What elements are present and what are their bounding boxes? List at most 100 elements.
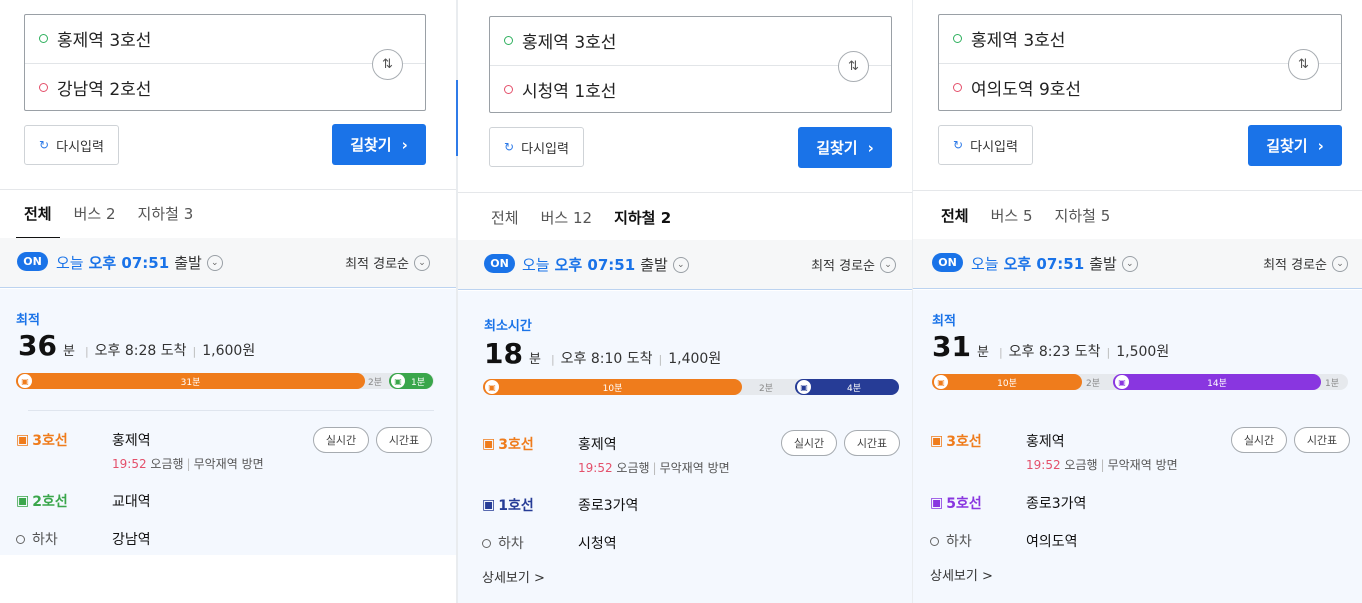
reset-button[interactable]: ↻ 다시입력: [24, 125, 119, 165]
line-label: ▣ 2호선: [16, 491, 68, 511]
line-label: ▣ 1호선: [482, 495, 534, 515]
departure-bar: ON 오늘 오후 07:51 출발 ⌄ 최적 경로순 ⌄: [0, 238, 456, 288]
separator: |: [192, 345, 197, 358]
tab-subway[interactable]: 지하철 5: [1055, 205, 1111, 237]
reset-label: 다시입력: [521, 141, 569, 157]
reset-button[interactable]: ↻ 다시입력: [489, 127, 584, 167]
train-toward: 무악재역 방면: [1107, 458, 1178, 472]
station-name: 홍제역: [112, 433, 151, 449]
sort-selector[interactable]: 최적 경로순 ⌄: [1263, 254, 1348, 273]
schedule-buttons: 실시간 시간표: [1231, 427, 1350, 453]
origin-text: 홍제역 3호선: [522, 33, 617, 53]
separator: |: [1106, 346, 1111, 359]
tab-subway[interactable]: 지하철 2: [606, 207, 680, 243]
timetable-button[interactable]: 시간표: [376, 427, 432, 453]
origin-dot-icon: [504, 36, 513, 45]
departure-time-selector[interactable]: 오늘 오후 07:51 출발 ⌄: [522, 254, 689, 275]
origin-field[interactable]: 홍제역 3호선: [504, 28, 616, 53]
find-label: 길찾기: [350, 136, 392, 154]
destination-field[interactable]: 강남역 2호선: [39, 75, 151, 100]
step-alight: 하차 강남역: [16, 529, 416, 549]
realtime-button[interactable]: 실시간: [781, 430, 837, 456]
arrival-time: 오후 8:23 도착: [1008, 344, 1101, 360]
destination-field[interactable]: 여의도역 9호선: [953, 75, 1081, 100]
reset-button[interactable]: ↻ 다시입력: [938, 125, 1033, 165]
sort-selector[interactable]: 최적 경로순 ⌄: [345, 253, 430, 272]
departure-time-selector[interactable]: 오늘 오후 07:51 출발 ⌄: [971, 253, 1138, 274]
origin-text: 홍제역 3호선: [57, 31, 152, 51]
step-alight: 하차 시청역: [482, 533, 882, 553]
time-segment-line3: ▣ 31분: [16, 373, 365, 389]
swap-button[interactable]: ⇅: [1288, 49, 1319, 80]
next-train-info: 19:52 오금행 | 무악재역 방면: [578, 461, 730, 475]
reset-label: 다시입력: [970, 139, 1018, 155]
swap-button[interactable]: ⇅: [372, 49, 403, 80]
refresh-icon: ↻: [39, 138, 50, 152]
route-panel-2: 홍제역 3호선 시청역 1호선 ⇅ ↻ 다시입력 길찾기 › 전체 버스 12 …: [458, 0, 912, 603]
realtime-button[interactable]: 실시간: [1231, 427, 1287, 453]
find-route-button[interactable]: 길찾기 ›: [332, 124, 426, 165]
tab-subway[interactable]: 지하철 3: [138, 203, 194, 235]
origin-field[interactable]: 홍제역 3호선: [39, 26, 151, 51]
tab-bus[interactable]: 버스 2: [74, 203, 116, 235]
result-tabs: 전체 버스 5 지하철 5: [933, 205, 1111, 241]
route-search-box: 홍제역 3호선 강남역 2호선 ⇅: [24, 14, 426, 111]
duration-unit: 분: [62, 344, 75, 359]
route-summary: 31 분 | 오후 8:23 도착 | 1,500원: [932, 330, 1169, 363]
time-bar: ▣ 10분 2분 ▣ 4분: [483, 379, 899, 395]
origin-field[interactable]: 홍제역 3호선: [953, 26, 1065, 51]
route-summary: 36 분 | 오후 8:28 도착 | 1,600원: [18, 329, 255, 362]
destination-text: 시청역 1호선: [522, 82, 617, 102]
step-transfer: ▣ 2호선 교대역: [16, 491, 416, 511]
duration-number: 36: [18, 329, 57, 362]
search-divider: [939, 63, 1341, 64]
separator: |: [84, 345, 89, 358]
swap-button[interactable]: ⇅: [838, 51, 869, 82]
depart-prefix: 오늘: [522, 256, 550, 274]
timetable-button[interactable]: 시간표: [844, 430, 900, 456]
search-divider: [490, 65, 891, 66]
segment-label: 31분: [180, 377, 201, 388]
route-summary: 18 분 | 오후 8:10 도착 | 1,400원: [484, 337, 721, 370]
route-result-card[interactable]: 최적 31 분 | 오후 8:23 도착 | 1,500원 ▣ 10분 2분 ▣…: [913, 290, 1362, 603]
next-train-time: 19:52: [578, 461, 613, 475]
realtime-button[interactable]: 실시간: [313, 427, 369, 453]
tab-bus[interactable]: 버스 12: [541, 207, 592, 239]
timetable-button[interactable]: 시간표: [1294, 427, 1350, 453]
line-label: ▣ 3호선: [16, 430, 68, 450]
destination-field[interactable]: 시청역 1호선: [504, 77, 616, 102]
sort-label: 최적 경로순: [345, 257, 409, 272]
alight-label: 하차: [482, 533, 524, 553]
departure-time-selector[interactable]: 오늘 오후 07:51 출발 ⌄: [56, 252, 223, 273]
on-badge[interactable]: ON: [484, 254, 515, 273]
tab-all[interactable]: 전체: [933, 205, 977, 241]
ring-icon: [930, 536, 939, 546]
departure-bar: ON 오늘 오후 07:51 출발 ⌄ 최적 경로순 ⌄: [913, 239, 1362, 289]
time-segment-line1: ▣ 4분: [795, 379, 899, 395]
on-badge[interactable]: ON: [932, 253, 963, 272]
station-name: 홍제역: [578, 437, 617, 453]
detail-link[interactable]: 상세보기 >: [482, 567, 545, 586]
route-result-card[interactable]: 최소시간 18 분 | 오후 8:10 도착 | 1,400원 ▣ 10분 2분…: [458, 291, 912, 603]
line-text: 하차: [498, 536, 524, 552]
detail-link[interactable]: 상세보기 >: [930, 565, 993, 584]
line-text: 1호선: [498, 498, 534, 514]
subway-icon: ▣: [482, 497, 496, 513]
tab-all[interactable]: 전체: [491, 207, 519, 239]
on-badge[interactable]: ON: [17, 252, 48, 271]
route-result-card[interactable]: 최적 36 분 | 오후 8:28 도착 | 1,600원 ▣ 31분 2분 ▣…: [0, 289, 456, 555]
tab-bus[interactable]: 버스 5: [991, 205, 1033, 237]
next-train-info: 19:52 오금행 | 무악재역 방면: [1026, 458, 1178, 472]
separator: |: [550, 353, 555, 366]
ring-icon: [16, 534, 25, 544]
sort-selector[interactable]: 최적 경로순 ⌄: [811, 255, 896, 274]
divider: [913, 190, 1362, 191]
ring-icon: [482, 538, 491, 548]
search-divider: [25, 63, 425, 64]
tab-all[interactable]: 전체: [16, 203, 60, 239]
next-train-info: 19:52 오금행 | 무악재역 방면: [112, 457, 264, 471]
find-route-button[interactable]: 길찾기 ›: [1248, 125, 1342, 166]
subway-icon: ▣: [934, 375, 948, 389]
find-route-button[interactable]: 길찾기 ›: [798, 127, 892, 168]
subway-icon: ▣: [482, 436, 496, 452]
